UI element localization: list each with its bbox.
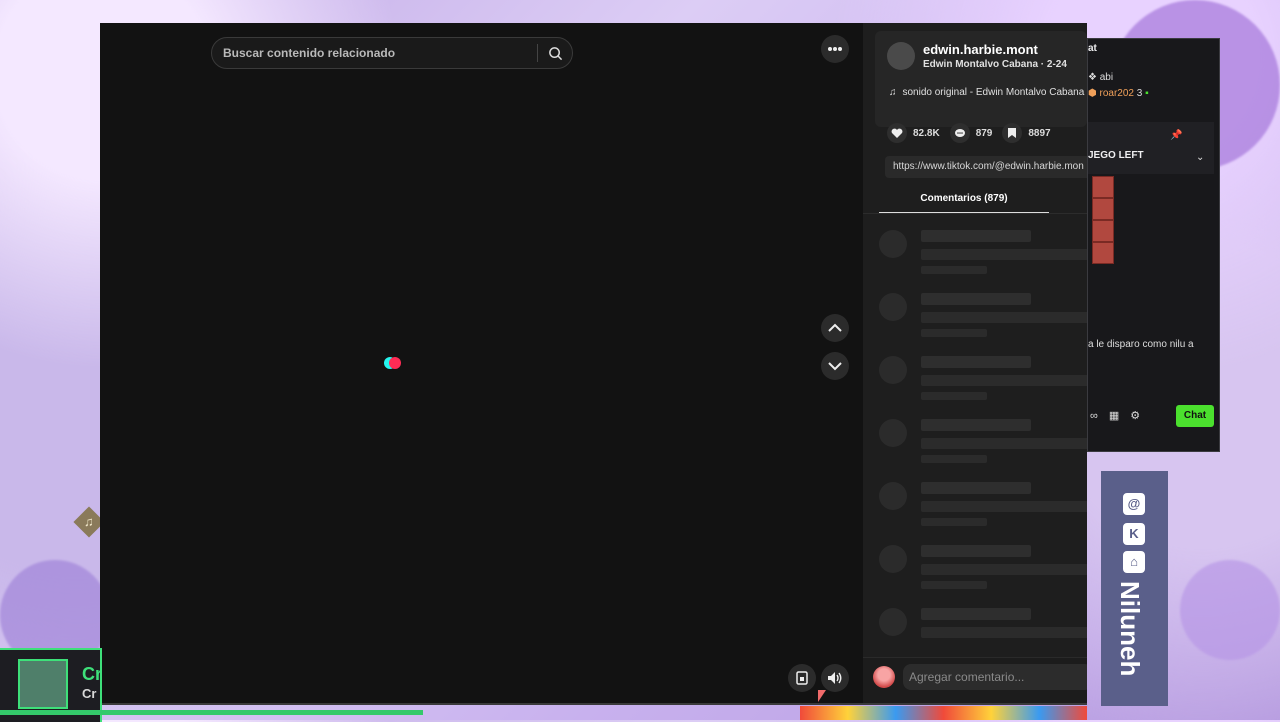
comment-bar: Agregar comentario... xyxy=(863,657,1087,705)
search-button[interactable] xyxy=(538,38,572,68)
mouse-cursor xyxy=(818,690,826,702)
stream-chat-overlay: at ❖ abi ⬢ roar202 3 ▪ 📌 JEGO LEFT ⌄ a l… xyxy=(1087,38,1220,452)
nickname-date: Edwin Montalvo Cabana · 2-24 xyxy=(923,59,1067,70)
sound-title: sonido original - Edwin Montalvo Cabana xyxy=(902,87,1085,98)
author-card: edwin.harbie.mont Edwin Montalvo Cabana … xyxy=(875,31,1087,127)
twitch-icon: ⌂ xyxy=(1123,551,1145,573)
tab-divider xyxy=(863,213,1087,214)
pip-button[interactable] xyxy=(788,664,816,692)
window-bottom-edge xyxy=(100,703,1087,705)
chat-message: a le disparo como nilu a xyxy=(1088,339,1194,350)
stream-progress-strip xyxy=(0,710,423,715)
avatar[interactable] xyxy=(887,42,915,70)
search-bar[interactable]: Buscar contenido relacionado xyxy=(211,37,573,69)
search-input[interactable]: Buscar contenido relacionado xyxy=(223,46,537,60)
music-note-icon: ♫ xyxy=(84,514,94,529)
social-panel: @ K ⌂ Niluneh xyxy=(1101,471,1168,706)
comment-skeleton xyxy=(879,482,1087,532)
previous-video-button[interactable] xyxy=(821,314,849,342)
comment-count: 879 xyxy=(975,127,993,139)
stream-name: Cr xyxy=(82,664,103,684)
stream-subtitle: Cr xyxy=(82,686,97,701)
kick-icon: K xyxy=(1123,523,1145,545)
chat-send-button[interactable]: Chat xyxy=(1176,405,1214,427)
search-icon xyxy=(548,46,562,60)
sound-link[interactable]: ♫ sonido original - Edwin Montalvo Caban… xyxy=(889,87,1084,98)
mobile-device-icon xyxy=(796,671,808,685)
store-icon[interactable]: ▦ xyxy=(1109,409,1119,422)
emote-image xyxy=(1092,198,1114,220)
loading-spinner xyxy=(384,357,402,369)
next-video-button[interactable] xyxy=(821,352,849,380)
comment-stat[interactable]: 879 xyxy=(949,123,993,143)
background-flower-right xyxy=(1180,560,1280,660)
like-count: 82.8K xyxy=(913,127,940,139)
comment-skeleton xyxy=(879,356,1087,406)
stream-thumbnail xyxy=(18,659,68,709)
pinned-message[interactable]: 📌 JEGO LEFT ⌄ xyxy=(1088,122,1214,174)
badge-icon: ⬢ xyxy=(1088,88,1100,99)
video-url[interactable]: https://www.tiktok.com/@edwin.harbie.mon xyxy=(885,156,1087,178)
points-icon[interactable]: ∞ xyxy=(1090,410,1098,422)
heart-icon xyxy=(887,123,907,143)
bookmark-icon xyxy=(1002,123,1023,143)
comment-icon xyxy=(949,123,970,143)
music-note-icon: ♫ xyxy=(889,87,897,98)
comment-input[interactable]: Agregar comentario... xyxy=(903,664,1087,690)
more-options-button[interactable] xyxy=(821,35,849,63)
more-icon xyxy=(828,47,842,51)
pin-icon: 📌 xyxy=(1170,130,1183,141)
tab-comments[interactable]: Comentarios (879) xyxy=(879,188,1049,214)
gear-icon[interactable]: ⚙ xyxy=(1130,409,1140,422)
tiktok-viewer-window: Buscar contenido relacionado edwin.harbi… xyxy=(100,23,1087,705)
loader-dot-pink xyxy=(389,357,401,369)
comment-skeleton xyxy=(879,293,1087,343)
volume-icon xyxy=(828,672,842,684)
decorative-strip xyxy=(800,706,1087,720)
video-area[interactable]: Buscar contenido relacionado xyxy=(100,23,863,705)
chat-line: ❖ abi xyxy=(1088,72,1114,83)
comment-skeleton xyxy=(879,419,1087,469)
streamer-name: Niluneh xyxy=(1115,581,1145,677)
chat-toolbar: ∞ ▦ ⚙ xyxy=(1090,409,1140,423)
comment-skeleton xyxy=(879,230,1087,280)
details-panel: edwin.harbie.mont Edwin Montalvo Cabana … xyxy=(863,23,1087,705)
comment-skeleton xyxy=(879,545,1087,595)
emote-image xyxy=(1092,242,1114,264)
like-stat[interactable]: 82.8K xyxy=(887,123,940,143)
emote-image xyxy=(1092,220,1114,242)
badge-icon: ❖ xyxy=(1088,72,1100,83)
comment-skeleton xyxy=(879,608,1087,658)
save-count: 8897 xyxy=(1028,127,1051,139)
avatar xyxy=(873,666,895,688)
chevron-up-icon xyxy=(828,323,842,332)
volume-button[interactable] xyxy=(821,664,849,692)
chat-title: at xyxy=(1088,43,1097,54)
emote-image xyxy=(1092,176,1114,198)
stats-row: 82.8K 879 8897 xyxy=(887,123,1051,143)
username[interactable]: edwin.harbie.mont xyxy=(923,42,1038,57)
chat-line: ⬢ roar202 3 ▪ xyxy=(1088,88,1149,99)
pinned-title: JEGO LEFT xyxy=(1088,150,1144,161)
chevron-down-icon xyxy=(828,362,842,371)
threads-icon: @ xyxy=(1123,493,1145,515)
chevron-down-icon[interactable]: ⌄ xyxy=(1196,152,1204,163)
save-stat[interactable]: 8897 xyxy=(1002,123,1051,143)
